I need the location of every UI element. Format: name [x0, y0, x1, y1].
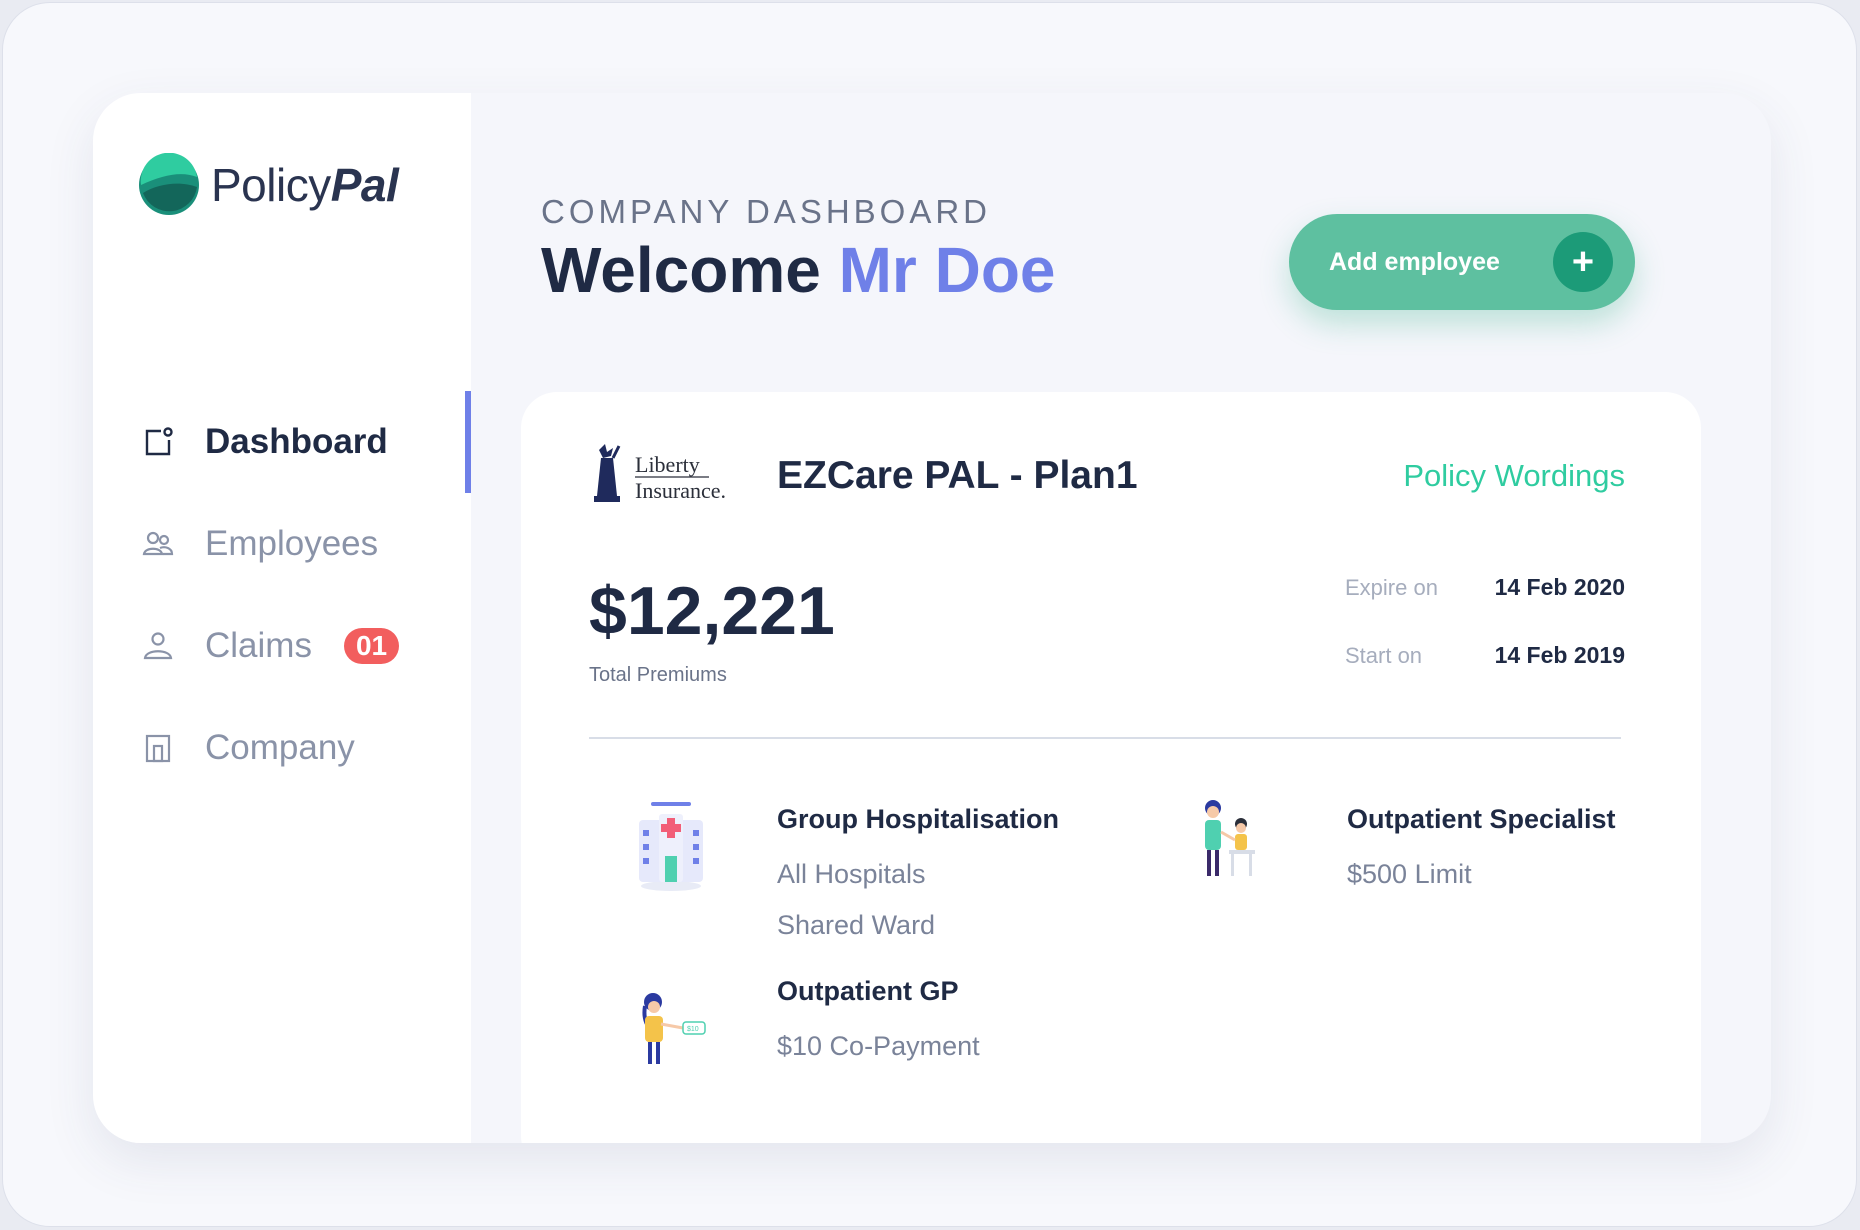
benefit-group-hospitalisation: Group Hospitalisation All Hospitals Shar… — [777, 804, 1059, 951]
svg-text:$10: $10 — [687, 1026, 699, 1033]
brand-policy: Policy — [211, 159, 331, 211]
page-title: Welcome Mr Doe — [541, 233, 1056, 307]
add-employee-button[interactable]: Add employee + — [1289, 214, 1635, 310]
policy-wordings-link[interactable]: Policy Wordings — [1403, 458, 1625, 494]
sidebar-item-label: Employees — [205, 524, 379, 563]
benefit-title: Group Hospitalisation — [777, 804, 1060, 834]
sidebar: PolicyPal Dashboard Employees Claims 01 … — [93, 93, 471, 1143]
benefit-detail: Shared Ward — [777, 910, 936, 940]
specialist-icon — [1205, 800, 1255, 876]
benefit-outpatient-gp: Outpatient GP $10 Co-Payment — [777, 976, 980, 1072]
benefit-title: Outpatient GP — [777, 976, 959, 1006]
plan-name: EZCare PAL - Plan1 — [777, 454, 1138, 497]
user-name: Mr Doe — [838, 234, 1056, 306]
expire-label: Expire on — [1345, 574, 1438, 600]
plus-icon: + — [1553, 232, 1613, 292]
expire-date-row: Expire on 14 Feb 2020 — [1345, 574, 1625, 601]
total-premium-value: $12,221 — [589, 573, 835, 649]
benefit-detail: $10 Co-Payment — [777, 1031, 980, 1061]
start-value: 14 Feb 2019 — [1494, 642, 1625, 668]
main-content: COMPANY DASHBOARD Welcome Mr Doe Add emp… — [471, 93, 1771, 1143]
total-premium-label: Total Premiums — [589, 664, 727, 686]
brand-pal: Pal — [330, 159, 399, 211]
benefit-outpatient-specialist: Outpatient Specialist $500 Limit — [1347, 804, 1616, 900]
sidebar-item-label: Dashboard — [205, 422, 388, 461]
dashboard-icon — [145, 427, 173, 456]
sidebar-item-dashboard[interactable]: Dashboard — [93, 391, 471, 493]
brand-logo[interactable]: PolicyPal — [137, 153, 399, 217]
hospital-icon — [639, 802, 703, 891]
expire-value: 14 Feb 2020 — [1494, 574, 1625, 600]
sidebar-item-employees[interactable]: Employees — [93, 493, 471, 595]
brand-wordmark: PolicyPal — [211, 158, 399, 212]
benefit-title: Outpatient Specialist — [1347, 804, 1616, 834]
page-eyebrow: COMPANY DASHBOARD — [541, 193, 992, 230]
card-divider — [589, 737, 1621, 739]
sidebar-item-company[interactable]: Company — [93, 697, 471, 799]
benefit-detail: All Hospitals — [777, 859, 926, 889]
policy-card: Liberty Insurance. EZCare PAL - Plan1 Po… — [521, 392, 1701, 1143]
benefit-detail: $500 Limit — [1347, 859, 1472, 889]
claims-count-badge: 01 — [343, 628, 400, 664]
sidebar-item-label: Company — [205, 728, 355, 767]
svg-text:Insurance.: Insurance. — [635, 478, 726, 503]
gp-icon: $10 — [642, 993, 706, 1064]
add-employee-label: Add employee — [1329, 247, 1500, 276]
company-icon — [145, 734, 171, 763]
window-frame: PolicyPal Dashboard Employees Claims 01 … — [2, 2, 1857, 1227]
svg-text:Liberty: Liberty — [635, 452, 700, 477]
liberty-insurance-logo: Liberty Insurance. — [594, 444, 726, 503]
claims-icon — [143, 632, 173, 660]
start-date-row: Start on 14 Feb 2019 — [1345, 642, 1625, 669]
app-container: PolicyPal Dashboard Employees Claims 01 … — [93, 93, 1771, 1143]
policypal-logo-icon — [139, 153, 199, 215]
sidebar-nav: Dashboard Employees Claims 01 Company — [93, 391, 471, 799]
welcome-text: Welcome — [541, 234, 821, 306]
sidebar-item-label: Claims — [205, 626, 312, 665]
employees-icon — [142, 531, 174, 556]
start-label: Start on — [1345, 642, 1423, 668]
sidebar-item-claims[interactable]: Claims 01 — [93, 595, 471, 697]
